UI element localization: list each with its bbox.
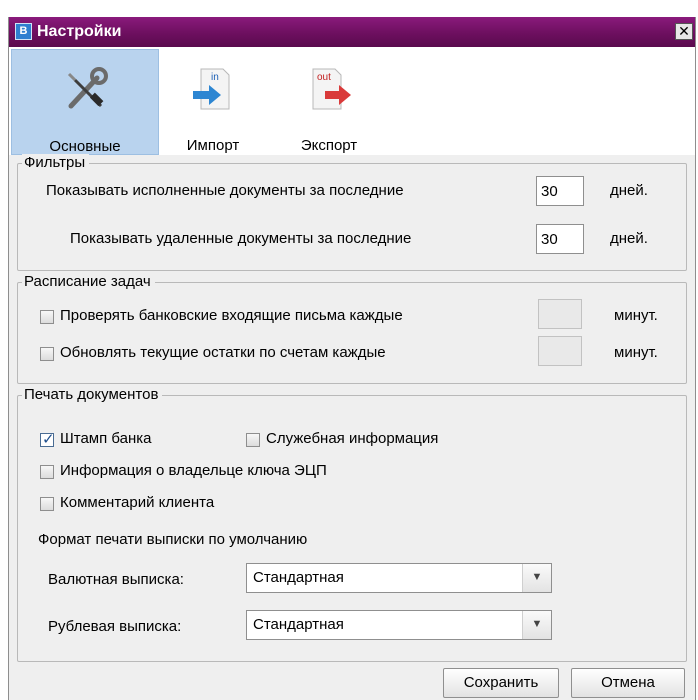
update-balance-label: Обновлять текущие остатки по счетам кажд… xyxy=(60,344,386,361)
import-document-icon: in xyxy=(193,68,230,110)
chevron-down-icon[interactable]: ▼ xyxy=(522,564,551,592)
ruble-statement-label: Рублевая выписка: xyxy=(48,618,182,635)
close-button[interactable]: ✕ xyxy=(675,23,693,40)
statement-format-title: Формат печати выписки по умолчанию xyxy=(38,531,308,548)
currency-statement-select[interactable]: Стандартная ▼ xyxy=(246,563,552,593)
bank-stamp-label: Штамп банка xyxy=(60,430,152,447)
filters-group: Фильтры Показывать исполненные документы… xyxy=(17,154,687,271)
tab-export-label: Экспорт xyxy=(300,137,358,154)
client-comment-checkbox[interactable] xyxy=(40,497,54,511)
filters-legend: Фильтры xyxy=(22,154,90,171)
title-bar[interactable]: B Настройки ✕ xyxy=(9,17,695,47)
currency-statement-value: Стандартная xyxy=(253,569,344,586)
key-owner-checkbox[interactable] xyxy=(40,465,54,479)
schedule-group: Расписание задач Проверять банковские вх… xyxy=(17,273,687,384)
key-owner-label: Информация о владельце ключа ЭЦП xyxy=(60,462,327,479)
check-mail-checkbox[interactable] xyxy=(40,310,54,324)
ruble-statement-value: Стандартная xyxy=(253,616,344,633)
svg-text:in: in xyxy=(211,72,219,83)
tab-general-label: Основные xyxy=(49,138,121,155)
app-icon: B xyxy=(15,23,32,40)
tab-general[interactable]: Основные xyxy=(11,49,159,155)
bank-stamp-checkbox[interactable]: ✓ xyxy=(40,431,55,448)
executed-docs-label: Показывать исполненные документы за посл… xyxy=(46,182,404,199)
ruble-statement-select[interactable]: Стандартная ▼ xyxy=(246,610,552,640)
tab-import-label: Импорт xyxy=(186,137,240,154)
executed-days-unit: дней. xyxy=(610,182,648,199)
settings-toolbar: Основные in Импорт out Экспорт xyxy=(9,47,695,155)
tab-export[interactable]: out Экспорт xyxy=(279,49,379,155)
wrench-screwdriver-icon xyxy=(67,67,108,109)
service-info-checkbox[interactable] xyxy=(246,433,260,447)
client-comment-label: Комментарий клиента xyxy=(60,494,215,511)
update-balance-checkbox[interactable] xyxy=(40,347,54,361)
chevron-down-icon[interactable]: ▼ xyxy=(522,611,551,639)
check-mail-label: Проверять банковские входящие письма каж… xyxy=(60,307,403,324)
tab-import[interactable]: in Импорт xyxy=(169,49,257,155)
executed-days-input[interactable] xyxy=(536,176,584,206)
checkmark-icon: ✓ xyxy=(42,431,55,448)
save-button[interactable]: Сохранить xyxy=(443,668,559,698)
currency-statement-label: Валютная выписка: xyxy=(48,571,184,588)
update-balance-interval-input[interactable] xyxy=(538,336,582,366)
print-group: Печать документов ✓ Штамп банка Служебна… xyxy=(17,386,687,662)
deleted-days-unit: дней. xyxy=(610,230,648,247)
window-title: Настройки xyxy=(37,23,122,40)
svg-text:out: out xyxy=(317,72,331,83)
export-document-icon: out xyxy=(312,68,351,110)
cancel-button[interactable]: Отмена xyxy=(571,668,685,698)
update-balance-unit: минут. xyxy=(614,344,658,361)
schedule-legend: Расписание задач xyxy=(22,273,155,290)
service-info-label: Служебная информация xyxy=(266,430,439,447)
check-mail-unit: минут. xyxy=(614,307,658,324)
deleted-docs-label: Показывать удаленные документы за послед… xyxy=(70,230,412,247)
deleted-days-input[interactable] xyxy=(536,224,584,254)
check-mail-interval-input[interactable] xyxy=(538,299,582,329)
print-legend: Печать документов xyxy=(22,386,163,403)
settings-window: B Настройки ✕ Основные in Импорт out Экс… xyxy=(8,17,696,700)
